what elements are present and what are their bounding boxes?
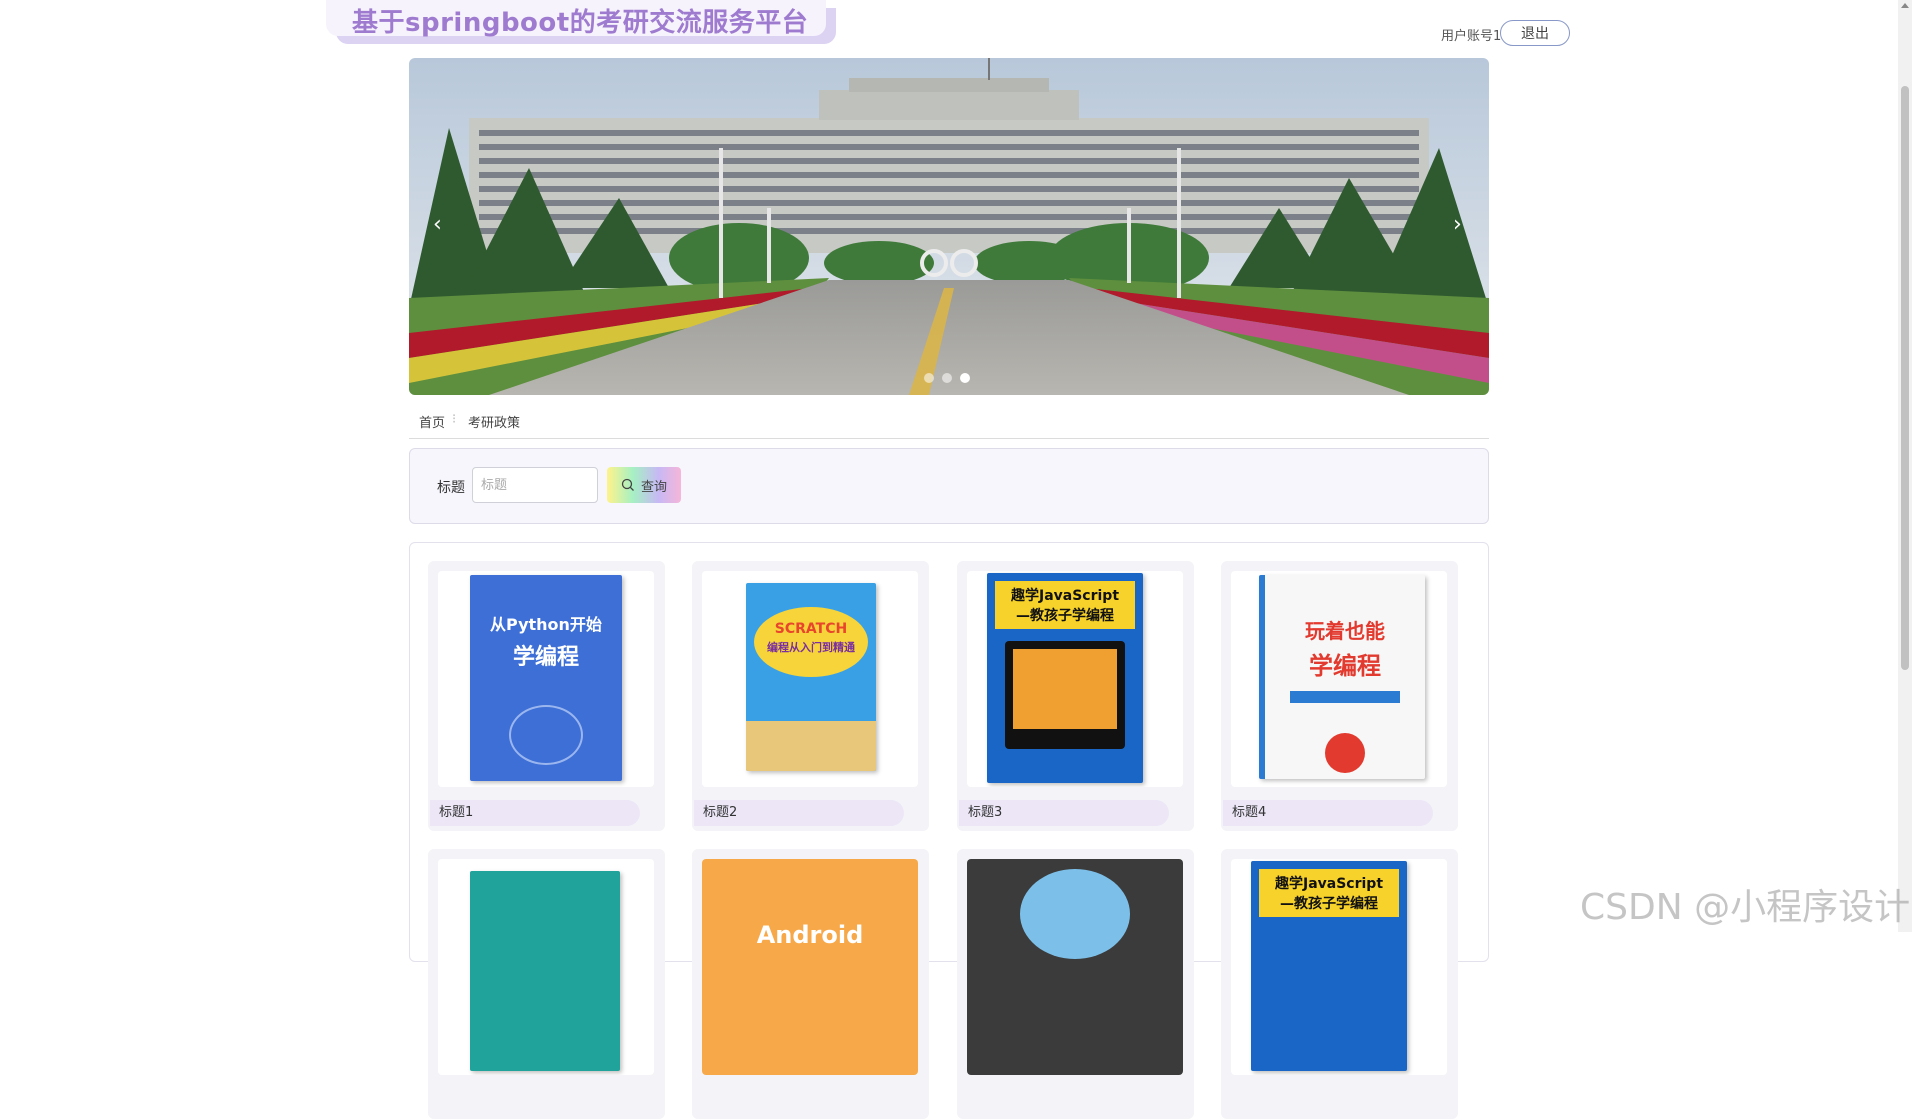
content-card[interactable]: 趣学JavaScript —教孩子学编程 标题3 — [957, 561, 1194, 831]
card-cover-image[interactable] — [967, 859, 1183, 1075]
carousel-prev-arrow-icon[interactable]: ‹ — [433, 212, 442, 237]
search-button[interactable]: 查询 — [607, 467, 681, 503]
content-card[interactable] — [428, 849, 665, 1119]
page-scrollbar[interactable] — [1898, 0, 1912, 932]
content-card[interactable]: SCRATCH 编程从入门到精通 标题2 — [692, 561, 929, 831]
book-cover: Android — [702, 859, 918, 1075]
search-icon — [621, 478, 634, 491]
book-cover — [470, 871, 620, 1071]
card-cover-image[interactable]: 玩着也能 学编程 — [1231, 571, 1447, 787]
scroll-up-arrow-icon[interactable] — [1901, 3, 1909, 8]
banner-carousel[interactable]: ‹ › — [409, 58, 1489, 395]
site-title: 基于springboot的考研交流服务平台 — [352, 8, 809, 38]
title-box: 基于springboot的考研交流服务平台 — [326, 0, 826, 38]
book-cover: 趣学JavaScript —教孩子学编程 — [1251, 861, 1407, 1071]
breadcrumb-current: 考研政策 — [468, 416, 521, 431]
book-cover — [967, 859, 1183, 1075]
content-card[interactable]: 从Python开始 学编程 标题1 — [428, 561, 665, 831]
title-filter-label: 标题 — [437, 480, 465, 496]
card-cover-image[interactable]: Android — [702, 859, 918, 1075]
site-title-banner: 基于springboot的考研交流服务平台 — [326, 0, 836, 44]
breadcrumb: 首页 ⁝ 考研政策 — [409, 402, 1489, 439]
card-title[interactable]: 标题3 — [959, 800, 1169, 826]
carousel-dot-1[interactable] — [924, 373, 934, 383]
card-title[interactable]: 标题4 — [1223, 800, 1433, 826]
content-grid: 从Python开始 学编程 标题1 SCRATCH 编程从入门到精通 标题2 趣… — [409, 542, 1489, 1119]
book-cover: 趣学JavaScript —教孩子学编程 — [987, 573, 1143, 783]
book-cover: 从Python开始 学编程 — [470, 575, 622, 781]
content-card[interactable]: 趣学JavaScript —教孩子学编程 — [1221, 849, 1458, 1119]
title-search-input[interactable] — [472, 467, 598, 503]
content-card[interactable] — [957, 849, 1194, 1119]
campus-photo — [409, 58, 1489, 395]
carousel-dot-3[interactable] — [960, 373, 970, 383]
card-title[interactable]: 标题2 — [694, 800, 904, 826]
search-panel: 标题 查询 — [409, 448, 1489, 524]
card-cover-image[interactable]: 趣学JavaScript —教孩子学编程 — [1231, 859, 1447, 1075]
book-cover: SCRATCH 编程从入门到精通 — [746, 583, 876, 771]
watermark: CSDN @小程序设计 — [1580, 887, 1911, 928]
content-card[interactable]: Android — [692, 849, 929, 1119]
card-cover-image[interactable] — [438, 859, 654, 1075]
carousel-dot-2[interactable] — [942, 373, 952, 383]
breadcrumb-separator: ⁝ — [452, 412, 457, 427]
card-title[interactable]: 标题1 — [430, 800, 640, 826]
book-cover: 玩着也能 学编程 — [1259, 575, 1425, 779]
card-cover-image[interactable]: 从Python开始 学编程 — [438, 571, 654, 787]
carousel-next-arrow-icon[interactable]: › — [1453, 212, 1462, 237]
breadcrumb-home[interactable]: 首页 — [419, 412, 445, 431]
content-card[interactable]: 玩着也能 学编程 标题4 — [1221, 561, 1458, 831]
search-button-label: 查询 — [640, 479, 667, 495]
card-cover-image[interactable]: SCRATCH 编程从入门到精通 — [702, 571, 918, 787]
carousel-indicators — [924, 373, 970, 383]
logout-button[interactable]: 退出 — [1500, 20, 1570, 46]
scrollbar-thumb[interactable] — [1901, 86, 1909, 670]
card-cover-image[interactable]: 趣学JavaScript —教孩子学编程 — [967, 571, 1183, 787]
user-account-label: 用户账号1 — [1441, 29, 1502, 44]
